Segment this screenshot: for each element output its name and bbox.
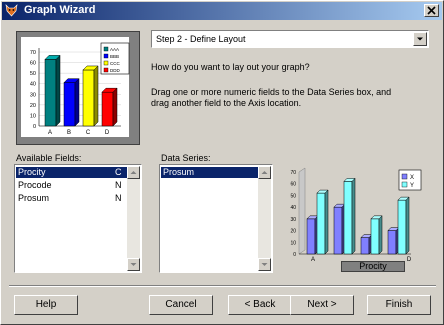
back-wall <box>298 167 306 255</box>
x-tick-label: A <box>48 130 52 136</box>
close-icon <box>427 6 436 15</box>
list-item[interactable]: Procity C <box>16 167 127 178</box>
series-y-bar <box>316 189 329 255</box>
scroll-down-button[interactable] <box>127 258 140 271</box>
y-tick-label: 60 <box>290 182 296 188</box>
field-name: Procode <box>18 180 52 190</box>
y-tick-label: 0 <box>293 252 296 258</box>
y-tick-label: 30 <box>290 217 296 223</box>
series-x-bar <box>360 233 373 255</box>
list-item[interactable]: Prosum N <box>16 193 127 204</box>
y-tick-label: 50 <box>290 193 296 199</box>
title-bar[interactable]: Graph Wizard <box>2 2 442 20</box>
x-tick-label: B <box>67 130 71 136</box>
dropdown-button[interactable] <box>413 32 427 46</box>
cancel-button[interactable]: Cancel <box>149 295 213 315</box>
legend-label: CCC <box>110 61 120 66</box>
axis-field-label: Procity <box>359 261 387 271</box>
y-tick-label: 10 <box>30 113 36 119</box>
field-type: C <box>115 167 122 177</box>
x-tick-label: A <box>311 257 315 263</box>
available-fields-label: Available Fields: <box>16 153 82 163</box>
arrow-down-icon <box>130 263 137 266</box>
y-tick-label: 30 <box>30 92 36 98</box>
window-title: Graph Wizard <box>24 4 96 16</box>
y-tick-label: 0 <box>33 124 36 130</box>
bar-B <box>63 78 80 127</box>
legend-swatch <box>103 53 109 59</box>
bar-D <box>101 87 118 127</box>
step-dropdown-value: Step 2 - Define Layout <box>156 34 246 44</box>
preview-chart: 70 60 50 40 30 20 10 0 A B C D AAA BBB CCC DDD <box>21 37 130 137</box>
legend-swatch <box>401 173 408 180</box>
legend-label: DDD <box>110 68 120 73</box>
legend-swatch <box>103 46 109 52</box>
arrow-up-icon <box>130 171 137 174</box>
list-item[interactable]: Procode N <box>16 180 127 191</box>
bar-C <box>82 65 99 127</box>
legend-swatch <box>401 181 408 188</box>
legend-label: Y <box>410 183 414 189</box>
vertical-scrollbar[interactable] <box>258 166 271 271</box>
instruction-line-2: drag another field to the Axis location. <box>151 98 302 108</box>
close-button[interactable] <box>424 4 439 17</box>
series-name: Prosum <box>163 167 195 177</box>
field-type: N <box>115 180 122 190</box>
bar-A <box>44 54 61 127</box>
field-type: N <box>115 193 122 203</box>
y-tick-label: 60 <box>30 61 36 67</box>
y-tick-label: 70 <box>290 170 296 176</box>
x-tick-label: D <box>407 257 412 263</box>
fox-app-icon <box>5 4 18 17</box>
x-tick-label: D <box>105 130 110 136</box>
y-tick-label: 20 <box>30 103 36 109</box>
series-y-bar <box>343 177 356 255</box>
series-x-bar <box>306 215 319 255</box>
field-name: Procity <box>18 167 46 177</box>
vertical-scrollbar[interactable] <box>127 166 140 271</box>
scroll-down-button[interactable] <box>258 258 271 271</box>
y-tick-label: 40 <box>30 82 36 88</box>
data-series-label: Data Series: <box>161 153 211 163</box>
y-tick-label: 40 <box>290 205 296 211</box>
instruction-line-1: Drag one or more numeric fields to the D… <box>151 87 392 97</box>
divider <box>9 285 436 287</box>
legend-label: BBB <box>110 54 119 59</box>
list-item[interactable]: Prosum <box>161 167 258 178</box>
chart-preview-image: 70 60 50 40 30 20 10 0 A B C D AAA BBB CCC DDD <box>16 31 140 145</box>
back-button[interactable]: < Back <box>228 295 292 315</box>
y-tick-label: 20 <box>290 229 296 235</box>
y-tick-label: 50 <box>30 71 36 77</box>
y-tick-label: 10 <box>290 240 296 246</box>
layout-chart: 70 60 50 40 30 20 10 0 A D XY <box>290 167 422 263</box>
field-name: Prosum <box>18 193 50 203</box>
arrow-down-icon <box>261 263 268 266</box>
finish-button[interactable]: Finish <box>367 295 431 315</box>
legend-swatch <box>103 60 109 66</box>
graph-wizard-window: Graph Wizard 70 60 50 40 30 20 10 0 A B C D AAA BBB CC… <box>0 0 444 325</box>
next-button[interactable]: Next > <box>290 295 354 315</box>
layout-chart-area[interactable]: 70 60 50 40 30 20 10 0 A D X Y Procity <box>283 166 431 272</box>
scroll-up-button[interactable] <box>258 166 271 179</box>
step-dropdown[interactable]: Step 2 - Define Layout <box>151 30 429 48</box>
series-y-bar <box>397 196 410 255</box>
series-x-bar <box>387 226 400 255</box>
legend-label: X <box>410 175 414 181</box>
legend-swatch <box>103 67 109 73</box>
axis-drop-zone[interactable]: Procity <box>341 261 405 272</box>
arrow-up-icon <box>261 171 268 174</box>
scroll-up-button[interactable] <box>127 166 140 179</box>
data-series-list[interactable]: Prosum <box>159 164 273 273</box>
available-fields-list[interactable]: Procity C Procode N Prosum N <box>14 164 142 273</box>
y-tick-label: 70 <box>30 50 36 56</box>
help-button[interactable]: Help <box>14 295 78 315</box>
series-x-bar <box>333 203 346 255</box>
legend-label: AAA <box>110 47 119 52</box>
chevron-down-icon <box>417 37 423 41</box>
x-tick-label: C <box>86 130 91 136</box>
layout-question: How do you want to lay out your graph? <box>151 62 310 72</box>
series-y-bar <box>370 215 383 255</box>
